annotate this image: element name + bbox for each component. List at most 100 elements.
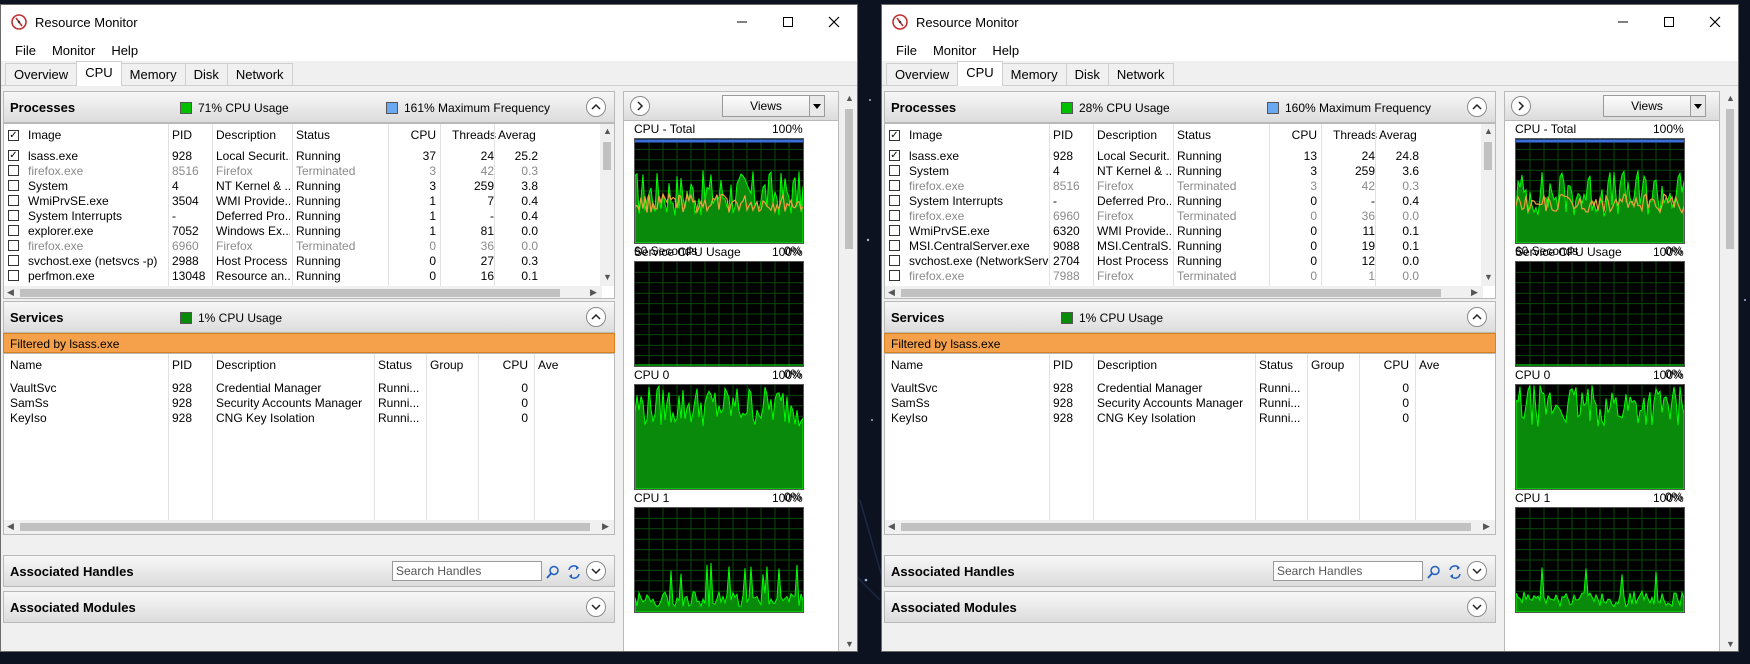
associated-handles-header[interactable]: Associated Handles: [884, 555, 1496, 587]
process-checkbox[interactable]: [8, 210, 19, 221]
scrollbar-thumb[interactable]: [845, 109, 853, 249]
title-bar[interactable]: Resource Monitor: [1, 5, 857, 39]
menu-help[interactable]: Help: [984, 43, 1027, 58]
scroll-up-icon[interactable]: ▲: [603, 126, 612, 136]
scrollbar-thumb[interactable]: [20, 289, 560, 297]
services-horizontal-scrollbar[interactable]: ◀ ▶: [885, 520, 1495, 534]
process-checkbox[interactable]: [889, 195, 900, 206]
scrollbar-thumb[interactable]: [603, 142, 611, 170]
scroll-right-icon[interactable]: ▶: [1483, 521, 1490, 532]
search-handles-input[interactable]: [1277, 563, 1395, 579]
tab-memory[interactable]: Memory: [120, 63, 186, 85]
process-row[interactable]: firefox.exe 7988 Firefox Terminated 0 1 0.0: [885, 268, 1479, 285]
scrollbar-thumb[interactable]: [1726, 109, 1734, 249]
scroll-right-icon[interactable]: ▶: [602, 521, 609, 532]
select-all-checkbox[interactable]: ✓: [8, 130, 19, 141]
processes-column-pid[interactable]: PID: [172, 128, 192, 142]
scroll-up-icon[interactable]: ▲: [1726, 93, 1735, 103]
minimize-button[interactable]: [1600, 5, 1646, 39]
graph-pane-scrollbar[interactable]: ▲ ▼: [1722, 91, 1738, 651]
services-column-pid[interactable]: PID: [172, 358, 192, 372]
service-row[interactable]: KeyIso 928 CNG Key Isolation Runni... 0: [4, 410, 598, 427]
processes-header[interactable]: Processes 71% CPU Usage 161% Maximum Fre…: [3, 91, 615, 123]
associated-modules-header[interactable]: Associated Modules: [3, 591, 615, 623]
process-checkbox[interactable]: [8, 255, 19, 266]
menu-help[interactable]: Help: [103, 43, 146, 58]
services-column-ave[interactable]: Ave: [1419, 358, 1439, 372]
processes-header[interactable]: Processes 28% CPU Usage 160% Maximum Fre…: [884, 91, 1496, 123]
modules-expand-button[interactable]: [586, 597, 606, 617]
process-checkbox[interactable]: [889, 210, 900, 221]
handles-expand-button[interactable]: [1467, 561, 1487, 581]
views-button[interactable]: Views: [722, 95, 810, 117]
process-checkbox[interactable]: [8, 270, 19, 281]
refresh-icon[interactable]: [566, 564, 582, 580]
scroll-up-icon[interactable]: ▲: [845, 93, 854, 103]
tab-cpu[interactable]: CPU: [957, 61, 1003, 86]
process-checkbox[interactable]: [8, 180, 19, 191]
processes-column-cpu[interactable]: CPU: [1273, 128, 1317, 142]
processes-horizontal-scrollbar[interactable]: ◀ ▶: [4, 286, 602, 298]
scroll-down-icon[interactable]: ▼: [603, 272, 612, 282]
process-checkbox[interactable]: [8, 195, 19, 206]
process-checkbox[interactable]: [889, 270, 900, 281]
services-column-status[interactable]: Status: [378, 358, 412, 372]
views-dropdown-button[interactable]: [1690, 95, 1706, 117]
services-column-cpu[interactable]: CPU: [484, 358, 528, 372]
scroll-down-icon[interactable]: ▼: [1726, 639, 1735, 649]
processes-column-averag[interactable]: Averag: [1379, 128, 1417, 142]
menu-monitor[interactable]: Monitor: [925, 43, 984, 58]
processes-column-threads[interactable]: Threads: [452, 128, 496, 142]
search-icon[interactable]: [1427, 565, 1441, 579]
process-checkbox[interactable]: [8, 225, 19, 236]
scroll-right-icon[interactable]: ▶: [590, 287, 597, 298]
tab-network[interactable]: Network: [1107, 63, 1174, 85]
processes-horizontal-scrollbar[interactable]: ◀ ▶: [885, 286, 1483, 298]
tab-overview[interactable]: Overview: [5, 63, 78, 85]
processes-column-averag[interactable]: Averag: [498, 128, 536, 142]
processes-column-pid[interactable]: PID: [1053, 128, 1073, 142]
scrollbar-thumb[interactable]: [901, 289, 1441, 297]
scroll-left-icon[interactable]: ◀: [888, 287, 895, 298]
services-column-name[interactable]: Name: [10, 358, 42, 372]
views-button[interactable]: Views: [1603, 95, 1691, 117]
services-collapse-button[interactable]: [1467, 307, 1487, 327]
services-column-group[interactable]: Group: [1311, 358, 1344, 372]
process-checkbox[interactable]: [889, 225, 900, 236]
search-icon[interactable]: [546, 565, 560, 579]
scrollbar-thumb[interactable]: [1484, 142, 1492, 170]
processes-column-description[interactable]: Description: [216, 128, 276, 142]
scroll-down-icon[interactable]: ▼: [845, 639, 854, 649]
search-handles-input[interactable]: [396, 563, 514, 579]
services-column-cpu[interactable]: CPU: [1365, 358, 1409, 372]
close-button[interactable]: [1692, 5, 1738, 39]
services-column-description[interactable]: Description: [1097, 358, 1157, 372]
process-checkbox[interactable]: ✓: [8, 150, 19, 161]
service-row[interactable]: KeyIso 928 CNG Key Isolation Runni... 0: [885, 410, 1479, 427]
tab-disk[interactable]: Disk: [1065, 63, 1109, 85]
process-checkbox[interactable]: [889, 165, 900, 176]
scrollbar-thumb[interactable]: [20, 523, 590, 531]
scroll-right-icon[interactable]: ▶: [1471, 287, 1478, 298]
processes-column-status[interactable]: Status: [296, 128, 330, 142]
refresh-icon[interactable]: [1447, 564, 1463, 580]
minimize-button[interactable]: [719, 5, 765, 39]
tab-network[interactable]: Network: [226, 63, 293, 85]
process-row[interactable]: perfmon.exe 13048 Resource an... Running 0 16…: [4, 268, 598, 285]
process-checkbox[interactable]: [8, 240, 19, 251]
tab-disk[interactable]: Disk: [184, 63, 228, 85]
associated-modules-header[interactable]: Associated Modules: [884, 591, 1496, 623]
processes-column-description[interactable]: Description: [1097, 128, 1157, 142]
processes-collapse-button[interactable]: [1467, 97, 1487, 117]
title-bar[interactable]: Resource Monitor: [882, 5, 1738, 39]
maximize-button[interactable]: [1646, 5, 1692, 39]
services-column-description[interactable]: Description: [216, 358, 276, 372]
process-checkbox[interactable]: [889, 240, 900, 251]
services-header[interactable]: Services 1% CPU Usage: [884, 301, 1496, 333]
tab-overview[interactable]: Overview: [886, 63, 959, 85]
associated-handles-header[interactable]: Associated Handles: [3, 555, 615, 587]
hide-graphs-button[interactable]: [630, 96, 650, 116]
processes-column-cpu[interactable]: CPU: [392, 128, 436, 142]
processes-vertical-scrollbar[interactable]: ▲ ▼: [1481, 124, 1495, 286]
maximize-button[interactable]: [765, 5, 811, 39]
